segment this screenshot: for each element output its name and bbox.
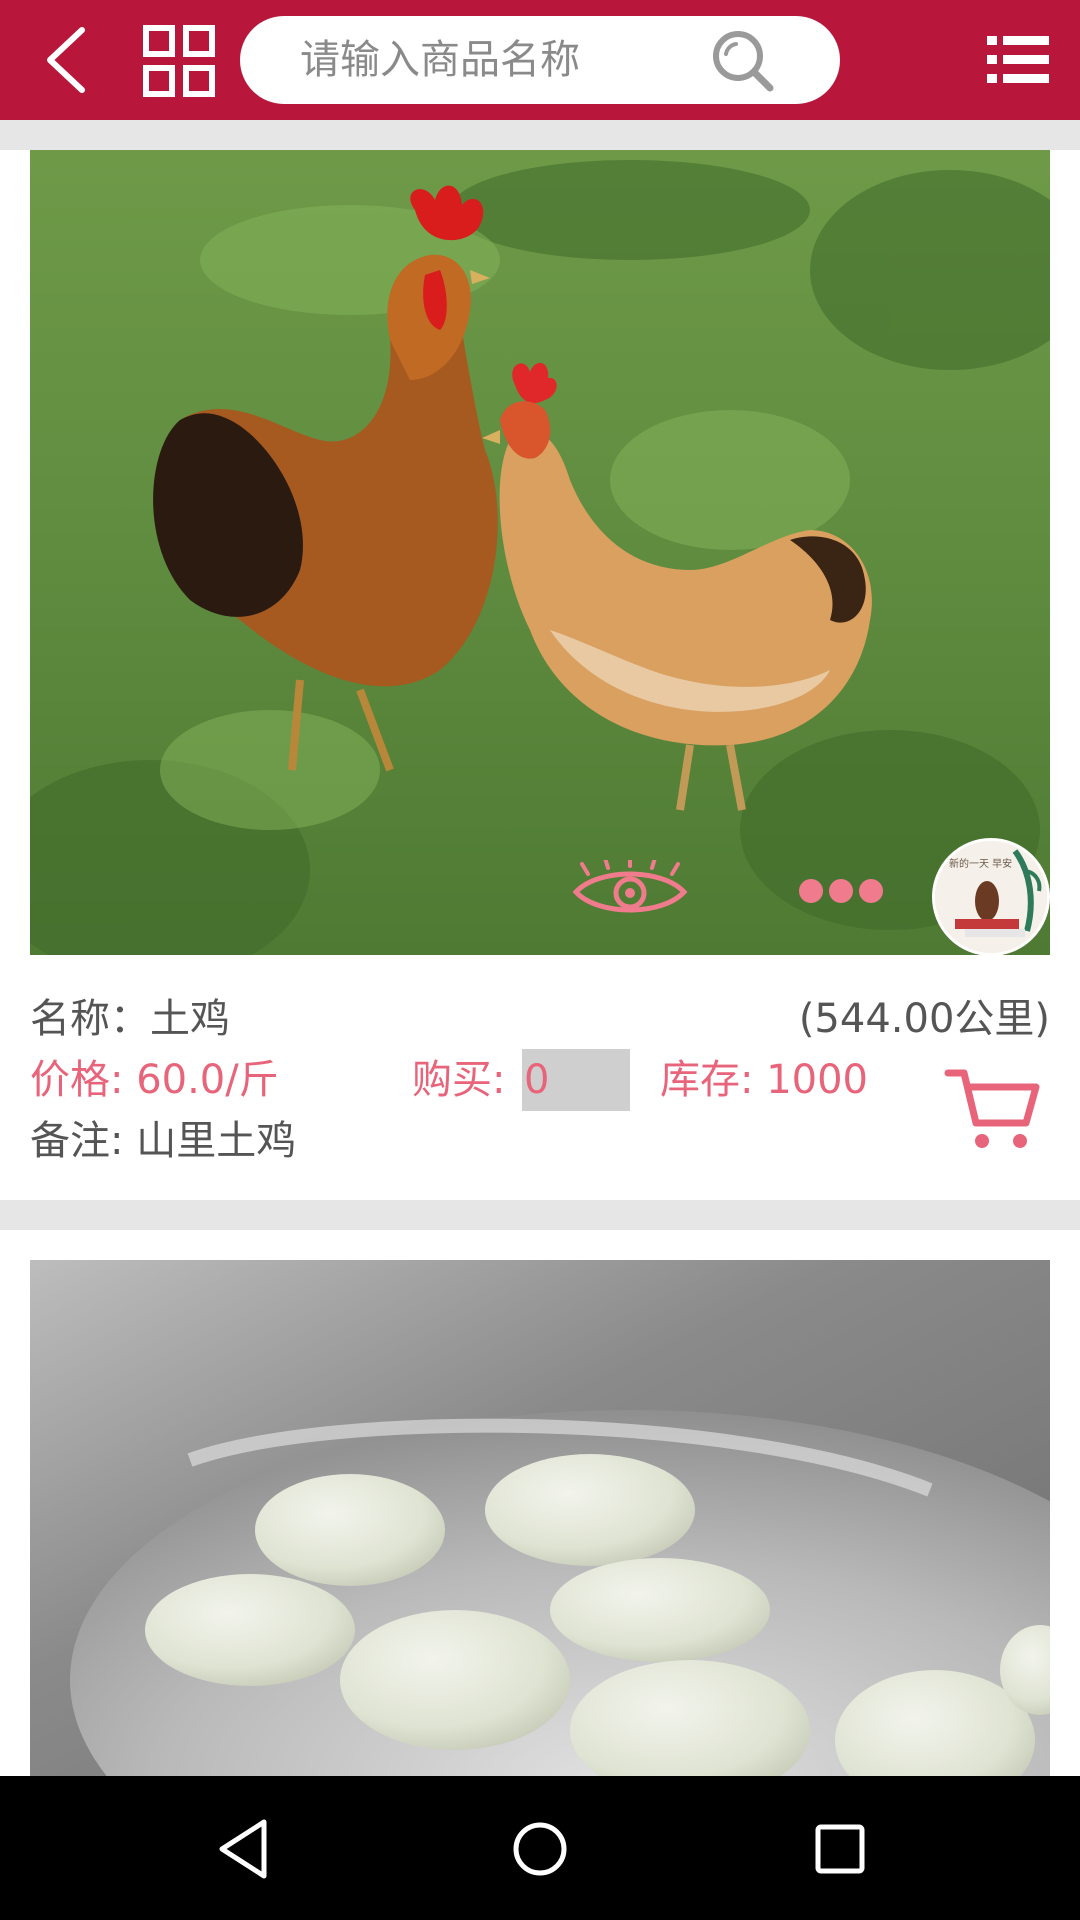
chicken-photo bbox=[30, 150, 1050, 955]
top-bar bbox=[0, 0, 1080, 120]
add-to-cart-button[interactable] bbox=[944, 1065, 1040, 1155]
more-options-button[interactable] bbox=[798, 876, 884, 906]
product-stock: 库存: 1000 bbox=[660, 1057, 868, 1103]
nav-home-button[interactable] bbox=[505, 1814, 575, 1884]
screen: 新的一天 早安 名称：土鸡 (544.00公里) 价格: 60.0/斤 购买: … bbox=[0, 0, 1080, 1920]
seller-avatar[interactable]: 新的一天 早安 bbox=[932, 838, 1050, 955]
search-bar bbox=[240, 16, 840, 104]
avatar-image: 新的一天 早安 bbox=[935, 841, 1047, 953]
search-icon bbox=[713, 31, 774, 92]
circle-home-icon bbox=[513, 1822, 567, 1876]
product-card[interactable]: 新的一天 早安 名称：土鸡 (544.00公里) 价格: 60.0/斤 购买: … bbox=[0, 150, 1080, 1200]
search-button[interactable] bbox=[710, 28, 776, 94]
product-image-chicken[interactable]: 新的一天 早安 bbox=[30, 150, 1050, 955]
triangle-back-icon bbox=[219, 1819, 267, 1879]
nav-recents-button[interactable] bbox=[805, 1814, 875, 1884]
buy-label: 购买: bbox=[412, 1057, 506, 1103]
system-nav-bar bbox=[0, 1776, 1080, 1920]
eye-icon bbox=[572, 854, 688, 913]
divider bbox=[0, 120, 1080, 150]
category-grid-button[interactable] bbox=[142, 24, 216, 98]
eggs-photo bbox=[30, 1260, 1050, 1776]
nav-back-button[interactable] bbox=[210, 1814, 280, 1884]
back-arrow-icon bbox=[47, 27, 85, 93]
product-card[interactable] bbox=[0, 1230, 1080, 1776]
product-distance: (544.00公里) bbox=[798, 996, 1050, 1042]
quantity-input[interactable]: 0 bbox=[522, 1049, 630, 1111]
grid-icon bbox=[143, 25, 215, 97]
search-input[interactable] bbox=[300, 16, 720, 104]
view-count-button[interactable] bbox=[568, 854, 692, 924]
product-note: 备注: 山里土鸡 bbox=[30, 1118, 297, 1164]
more-dots-icon bbox=[799, 879, 883, 903]
divider bbox=[0, 1200, 1080, 1230]
cart-icon bbox=[944, 1069, 1040, 1148]
product-price: 价格: 60.0/斤 bbox=[30, 1057, 279, 1103]
back-button[interactable] bbox=[30, 20, 110, 100]
product-name: 名称：土鸡 bbox=[30, 996, 230, 1042]
product-image-eggs[interactable] bbox=[30, 1260, 1050, 1776]
avatar-text: 新的一天 早安 bbox=[949, 857, 1012, 870]
square-recents-icon bbox=[815, 1824, 865, 1874]
list-menu-icon bbox=[987, 36, 1049, 83]
menu-button[interactable] bbox=[985, 32, 1051, 88]
